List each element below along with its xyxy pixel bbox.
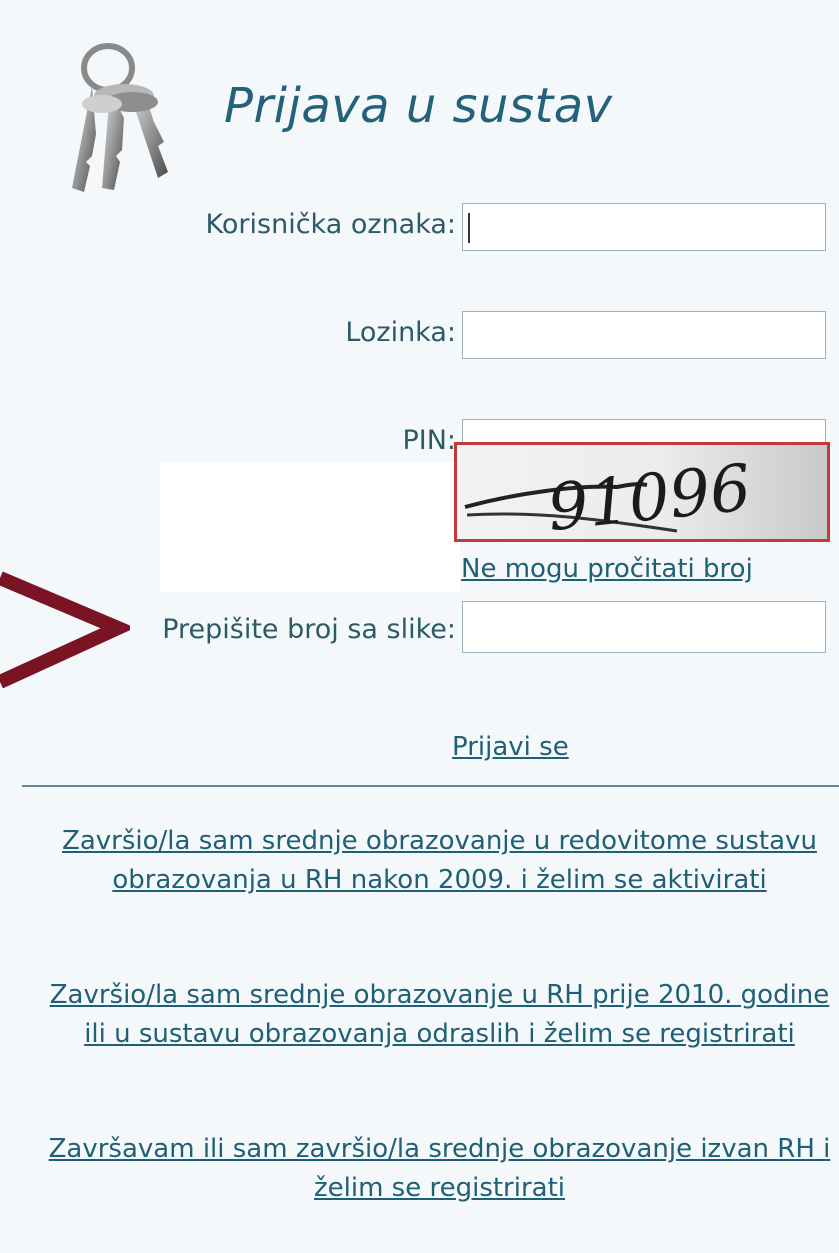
password-field[interactable] <box>462 311 826 359</box>
divider <box>22 785 839 787</box>
captcha-text: 91096 <box>544 451 754 539</box>
username-field[interactable] <box>462 203 826 251</box>
keys-icon <box>72 43 168 192</box>
activate-link[interactable]: Završio/la sam srednje obrazovanje u red… <box>40 822 839 900</box>
username-label: Korisnička oznaka: <box>205 209 456 240</box>
login-link[interactable]: Prijavi se <box>452 732 569 762</box>
register-abroad-link[interactable]: Završavam ili sam završio/la srednje obr… <box>40 1130 839 1208</box>
password-label: Lozinka: <box>345 317 456 348</box>
page-title: Prijava u sustav <box>224 78 613 134</box>
cant-read-number-link[interactable]: Ne mogu pročitati broj <box>461 554 753 584</box>
captcha-image: 91096 <box>454 442 830 542</box>
text-caret <box>468 213 470 243</box>
pin-label: PIN: <box>402 425 456 456</box>
blank-panel <box>160 462 460 592</box>
captcha-field[interactable] <box>462 601 826 653</box>
captcha-label: Prepišite broj sa slike: <box>162 614 456 645</box>
register-before-2010-link[interactable]: Završio/la sam srednje obrazovanje u RH … <box>40 976 839 1054</box>
